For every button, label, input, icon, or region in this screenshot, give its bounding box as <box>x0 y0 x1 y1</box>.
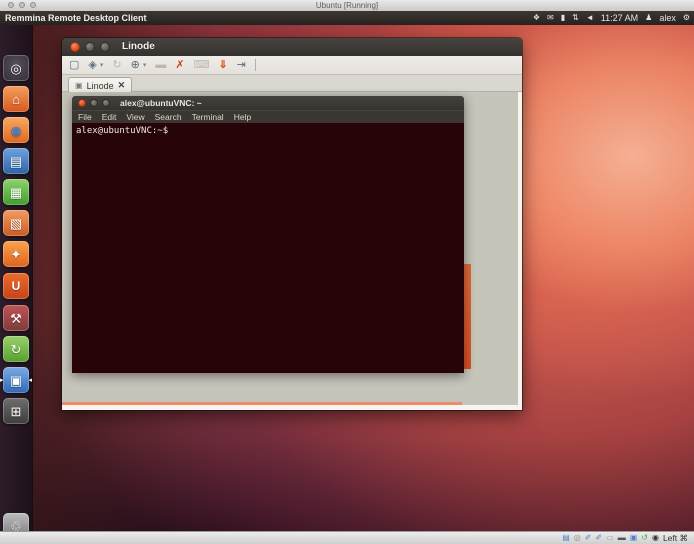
calc-spreadsheet-icon: ▦ <box>10 186 22 199</box>
menu-search[interactable]: Search <box>155 112 182 122</box>
shared-folders-icon[interactable]: ▬ <box>618 532 626 544</box>
impress-presentation-icon: ▧ <box>10 217 22 230</box>
launcher-item-remmina[interactable]: ▣ <box>3 367 29 393</box>
network-adapter-icon[interactable]: ✐ <box>585 532 592 544</box>
launcher-item-workspace-switcher[interactable]: ⊞ <box>3 398 29 424</box>
software-center-bag-icon: ✦ <box>11 248 22 261</box>
terminal-window-title: alex@ubuntuVNC: ~ <box>120 96 202 110</box>
launcher-item-libreoffice-calc[interactable]: ▦ <box>3 179 29 205</box>
remote-terminal-window: alex@ubuntuVNC: ~ File Edit View Search … <box>72 96 464 373</box>
tab-label: Linode <box>87 81 114 91</box>
usb-devices-icon[interactable]: ▭ <box>606 532 614 544</box>
display-icon[interactable]: ▣ <box>630 532 638 544</box>
optical-drive-icon[interactable]: ◎ <box>574 532 581 544</box>
launcher-item-ubuntu-one[interactable]: U <box>3 273 29 299</box>
redraw-artifact-strip <box>464 264 471 369</box>
launcher-item-system-settings[interactable]: ⚒ <box>3 305 29 331</box>
host-window-title: Ubuntu [Running] <box>0 0 694 11</box>
ubuntu-logo-icon: ◎ <box>10 62 21 75</box>
remmina-window: Linode ▢ ◈ ▾ ↻ ⊕ ▾ ▬ ✗ ⌨ ⇓ ⇥ ▣ Linode ✕ <box>62 38 522 410</box>
host-key-indicator: Left ⌘ <box>663 533 688 544</box>
launcher-item-home-folder[interactable]: ⌂ <box>3 86 29 112</box>
ubuntu-one-icon: U <box>12 280 21 293</box>
volume-indicator-icon[interactable]: ◄ <box>586 11 594 25</box>
terminal-minimize-button[interactable] <box>90 99 98 107</box>
connection-tab-linode[interactable]: ▣ Linode ✕ <box>68 77 132 93</box>
toolbar-separator <box>255 59 256 71</box>
terminal-menubar: File Edit View Search Terminal Help <box>72 110 464 123</box>
launcher-item-libreoffice-writer[interactable]: ▤ <box>3 148 29 174</box>
launcher-item-software-updater[interactable]: ↻ <box>3 336 29 362</box>
remote-bottom-edge-artifact <box>62 405 522 410</box>
window-maximize-button[interactable] <box>100 42 110 52</box>
vbox-device-icons: ▤ ◎ ✐ ✐ ▭ ▬ ▣ ↺ ◉ Left ⌘ <box>562 532 688 544</box>
battery-indicator-icon[interactable]: ▮ <box>561 11 565 25</box>
active-app-title: Remmina Remote Desktop Client <box>5 11 147 25</box>
zoom-options-icon[interactable]: ⊕ <box>131 57 140 74</box>
writer-document-icon: ▤ <box>10 155 22 168</box>
menu-terminal[interactable]: Terminal <box>192 112 224 122</box>
network-indicator-icon[interactable]: ⇅ <box>572 11 579 25</box>
settings-tools-icon: ⚒ <box>10 312 22 325</box>
disconnect-icon[interactable]: ⇓ <box>218 57 227 74</box>
hdd-activity-icon[interactable]: ▤ <box>562 532 570 544</box>
running-indicator-arrow: ▸ <box>0 377 4 384</box>
menu-file[interactable]: File <box>78 112 92 122</box>
screen: Ubuntu [Running] Remmina Remote Desktop … <box>0 0 694 544</box>
terminal-maximize-button[interactable] <box>102 99 110 107</box>
fullscreen-toggle-icon[interactable]: ▢ <box>69 57 79 74</box>
launcher-item-dash-home[interactable]: ◎ <box>3 55 29 81</box>
minimize-to-tray-icon: ▬ <box>155 57 166 74</box>
exit-icon[interactable]: ⇥ <box>237 57 246 74</box>
grab-keyboard-icon: ⌨ <box>194 57 210 74</box>
remote-right-edge-artifact <box>518 92 522 410</box>
network-adapter-icon-2[interactable]: ✐ <box>595 532 602 544</box>
reconnect-icon: ↻ <box>112 57 121 74</box>
scale-mode-icon[interactable]: ◈ <box>88 57 96 74</box>
session-gear-icon[interactable]: ⚙ <box>683 11 690 25</box>
window-minimize-button[interactable] <box>85 42 95 52</box>
clock[interactable]: 11:27 AM <box>601 11 638 25</box>
indicator-tray: ❖ ✉ ▮ ⇅ ◄ 11:27 AM ♟ alex ⚙ <box>533 11 690 25</box>
launcher-item-software-center[interactable]: ✦ <box>3 241 29 267</box>
preferences-tools-icon[interactable]: ✗ <box>175 57 184 74</box>
tab-screen-icon: ▣ <box>75 81 83 90</box>
tab-close-icon[interactable]: ✕ <box>118 80 126 91</box>
remmina-titlebar[interactable]: Linode <box>62 38 522 56</box>
menu-view[interactable]: View <box>126 112 144 122</box>
vm-features-icon[interactable]: ↺ <box>641 532 648 544</box>
launcher-item-libreoffice-impress[interactable]: ▧ <box>3 210 29 236</box>
menu-edit[interactable]: Edit <box>102 112 117 122</box>
window-close-button[interactable] <box>70 42 80 52</box>
menu-help[interactable]: Help <box>234 112 251 122</box>
remmina-toolbar: ▢ ◈ ▾ ↻ ⊕ ▾ ▬ ✗ ⌨ ⇓ ⇥ <box>62 56 522 75</box>
remmina-tabbar: ▣ Linode ✕ <box>62 75 522 92</box>
workspace-grid-icon: ⊞ <box>11 405 22 418</box>
terminal-titlebar[interactable]: alex@ubuntuVNC: ~ <box>72 96 464 110</box>
remmina-screen-icon: ▣ <box>10 374 22 387</box>
remote-indicator-icon[interactable]: ❖ <box>533 11 540 25</box>
focused-indicator-arrow: ◂ <box>28 377 32 384</box>
updater-refresh-icon: ↻ <box>11 343 22 356</box>
shell-prompt: alex@ubuntuVNC:~$ <box>76 126 168 136</box>
home-folder-icon: ⌂ <box>12 93 20 106</box>
remmina-window-title: Linode <box>122 38 155 56</box>
firefox-icon: ◉ <box>10 124 21 137</box>
username-menu[interactable]: alex <box>659 11 676 25</box>
launcher-item-firefox[interactable]: ◉ <box>3 117 29 143</box>
scale-dropdown-caret[interactable]: ▾ <box>100 61 104 69</box>
unity-launcher: ◎ ⌂ ◉ ▤ ▦ ▧ ✦ U ⚒ ↻ ▣ ▸ ◂ ⊞ ♲ <box>0 25 33 531</box>
mouse-integration-icon[interactable]: ◉ <box>652 532 659 544</box>
terminal-close-button[interactable] <box>78 99 86 107</box>
vnc-remote-viewport[interactable]: alex@ubuntuVNC: ~ File Edit View Search … <box>62 92 522 410</box>
user-icon: ♟ <box>645 11 652 25</box>
zoom-dropdown-caret[interactable]: ▾ <box>143 61 147 69</box>
mail-indicator-icon[interactable]: ✉ <box>547 11 554 25</box>
ubuntu-top-panel: Remmina Remote Desktop Client ❖ ✉ ▮ ⇅ ◄ … <box>0 11 694 25</box>
terminal-content[interactable]: alex@ubuntuVNC:~$ <box>72 123 464 373</box>
vbox-statusbar: ▤ ◎ ✐ ✐ ▭ ▬ ▣ ↺ ◉ Left ⌘ <box>0 531 694 544</box>
